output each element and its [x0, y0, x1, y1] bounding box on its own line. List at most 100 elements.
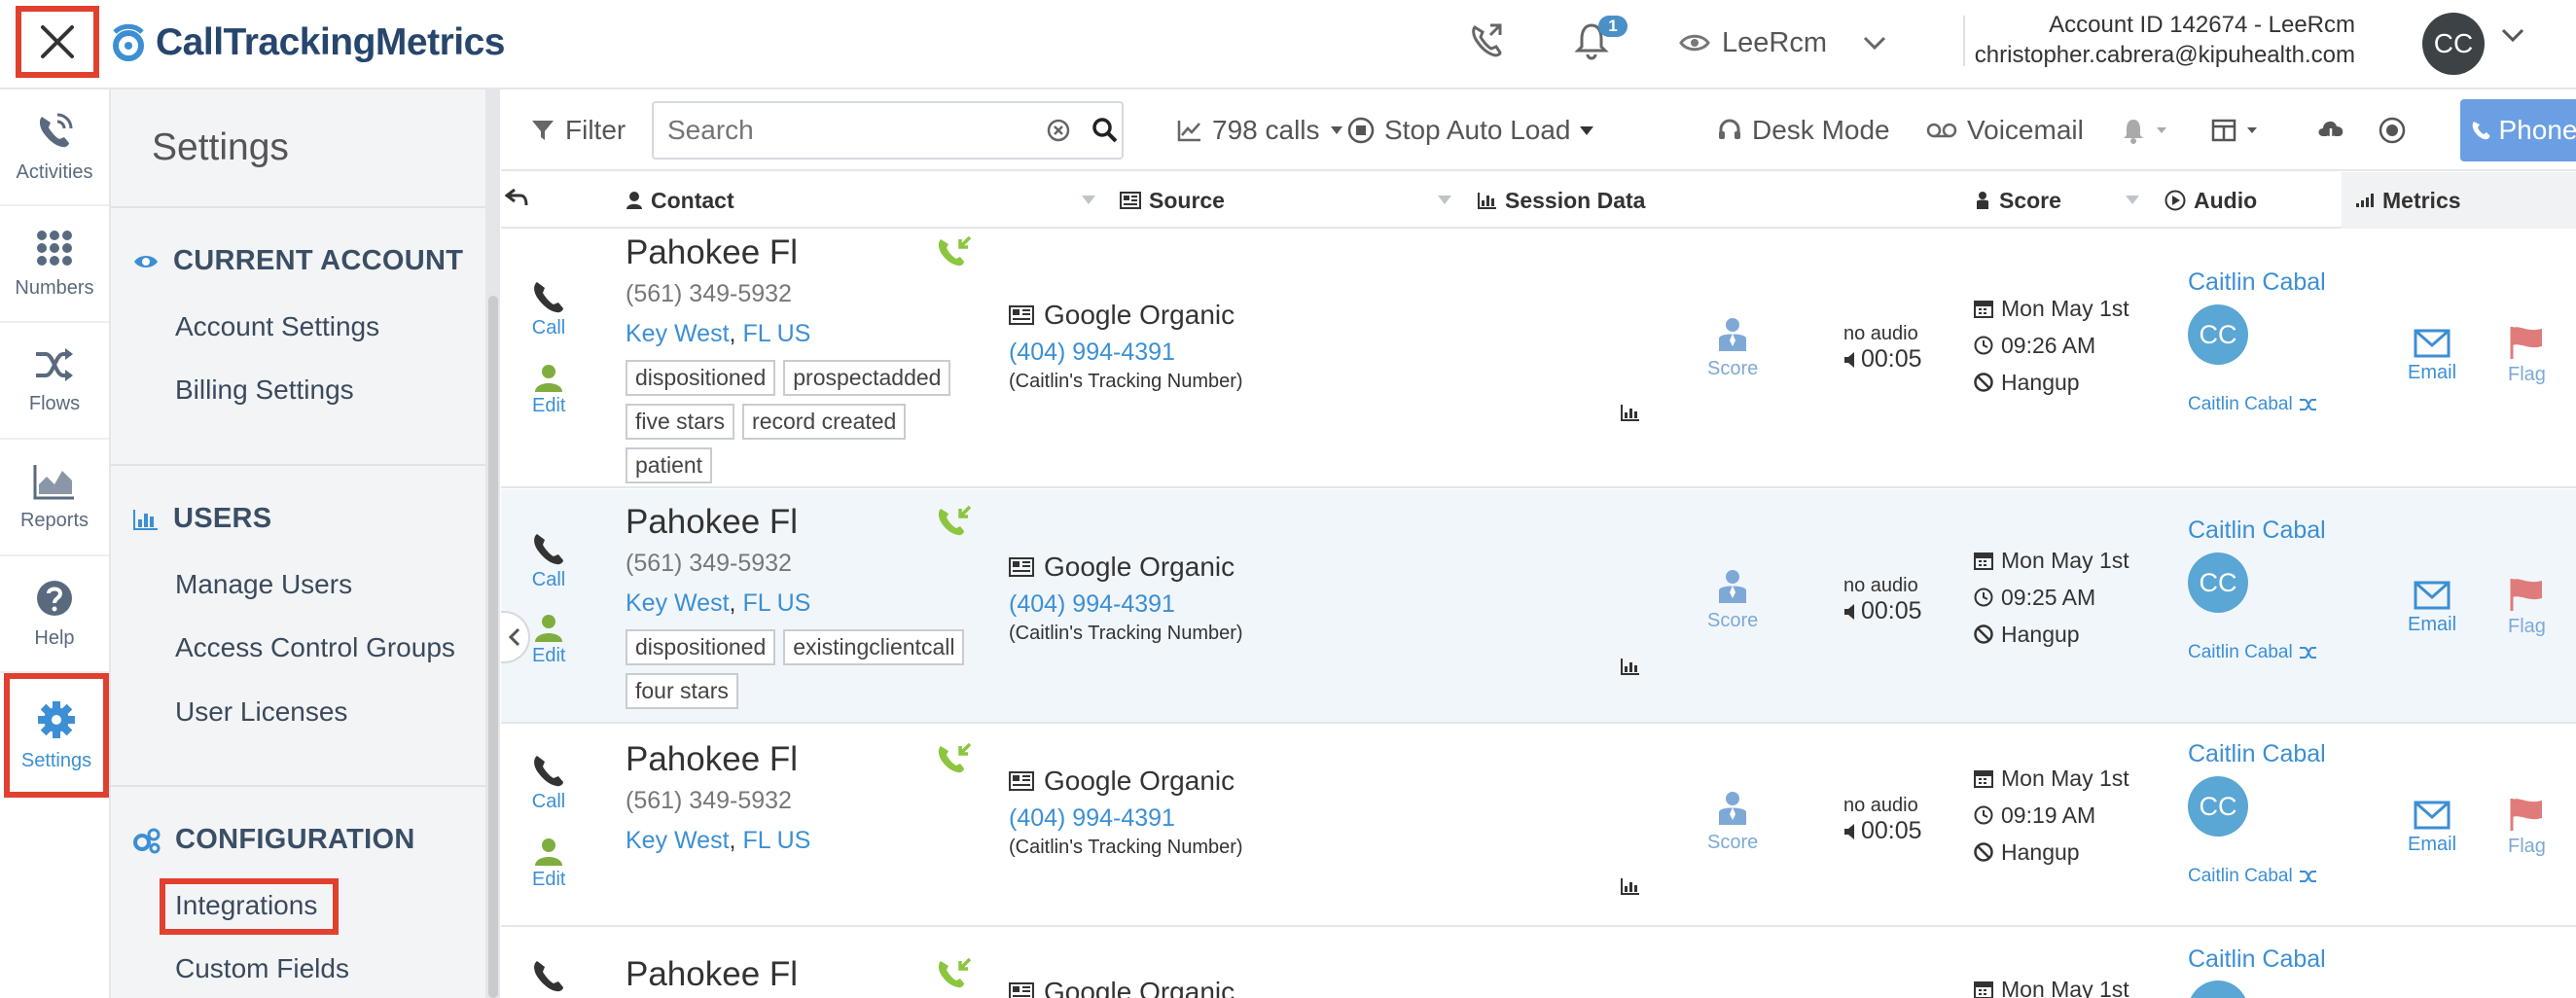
link-billing-settings[interactable]: Billing Settings: [175, 374, 354, 406]
agent-routing[interactable]: Caitlin Cabal: [2188, 394, 2326, 415]
column-contact[interactable]: Contact: [626, 172, 734, 229]
tag[interactable]: patient: [626, 447, 713, 483]
email-button[interactable]: Email: [2408, 329, 2456, 384]
search-icon[interactable]: [1091, 117, 1119, 144]
flag-button[interactable]: Flag: [2508, 577, 2546, 638]
score-button[interactable]: Score: [1707, 317, 1758, 380]
agent-name[interactable]: Caitlin Cabal: [2188, 268, 2326, 297]
tag[interactable]: existingclientcall: [783, 629, 965, 665]
column-session-data[interactable]: Session Data: [1478, 172, 1645, 229]
tag[interactable]: prospectadded: [783, 360, 951, 396]
nav-help[interactable]: Help: [0, 556, 109, 673]
tracking-number[interactable]: (404) 994-4391: [1009, 339, 1243, 367]
cloud-download-icon[interactable]: [2315, 117, 2346, 142]
user-menu-chevron-icon[interactable]: [2500, 27, 2525, 43]
auto-load-caret-icon[interactable]: [1579, 125, 1594, 136]
tracking-number[interactable]: (404) 994-4391: [1009, 804, 1243, 833]
score-button[interactable]: Score: [1707, 791, 1758, 854]
column-score[interactable]: Score: [1974, 172, 2061, 229]
email-button[interactable]: Email: [2408, 801, 2456, 856]
agent-avatar[interactable]: CC: [2188, 552, 2248, 613]
call-action[interactable]: Call: [530, 530, 567, 591]
tag[interactable]: four stars: [626, 673, 738, 709]
phone-button[interactable]: Phone: [2460, 99, 2576, 161]
contact-region[interactable]: FL US: [742, 589, 810, 617]
link-user-licenses[interactable]: User Licenses: [175, 696, 347, 728]
column-source[interactable]: Source: [1120, 172, 1225, 229]
agent-name[interactable]: Caitlin Cabal: [2188, 945, 2326, 974]
desk-mode-button[interactable]: Desk Mode: [1717, 89, 1890, 171]
agent-routing[interactable]: Caitlin Cabal: [2188, 642, 2326, 663]
contact-name[interactable]: Pahokee Fl: [626, 955, 798, 994]
column-score-sort-icon[interactable]: [2126, 196, 2139, 204]
agent-avatar[interactable]: [2188, 980, 2248, 998]
table-row[interactable]: Call Edit Pahokee Fl (561) 349-5932 Key …: [501, 489, 2576, 724]
nav-numbers[interactable]: Numbers: [0, 206, 109, 323]
call-transfer-icon[interactable]: [1467, 19, 1506, 62]
edit-action[interactable]: Edit: [532, 364, 565, 417]
search-input[interactable]: [667, 115, 1037, 146]
session-chart-icon[interactable]: [1620, 876, 1641, 896]
settings-scroll-thumb[interactable]: [488, 296, 498, 998]
agent-avatar[interactable]: CC: [2188, 304, 2248, 365]
edit-action[interactable]: Edit: [532, 614, 565, 667]
nav-reports[interactable]: Reports: [0, 440, 109, 556]
link-custom-fields[interactable]: Custom Fields: [175, 953, 349, 984]
contact-city[interactable]: Key West: [626, 827, 730, 854]
nav-flows[interactable]: Flows: [0, 323, 109, 440]
contact-name[interactable]: Pahokee Fl: [626, 740, 810, 779]
user-avatar[interactable]: CC: [2422, 13, 2485, 75]
nav-activities[interactable]: Activities: [0, 89, 109, 206]
link-access-control-groups[interactable]: Access Control Groups: [175, 632, 455, 663]
contact-region[interactable]: FL US: [742, 320, 810, 347]
close-button[interactable]: [16, 6, 99, 78]
tag[interactable]: record created: [742, 404, 907, 440]
agent-name[interactable]: Caitlin Cabal: [2188, 517, 2326, 545]
stop-auto-load-button[interactable]: Stop Auto Load: [1347, 89, 1571, 171]
tracking-number[interactable]: (404) 994-4391: [1009, 590, 1243, 619]
agent-name[interactable]: Caitlin Cabal: [2188, 740, 2326, 768]
app-logo[interactable]: CallTrackingMetrics: [109, 14, 505, 72]
tag[interactable]: dispositioned: [626, 629, 776, 665]
column-audio[interactable]: Audio: [2165, 172, 2257, 229]
column-metrics[interactable]: Metrics: [2355, 172, 2461, 229]
link-account-settings[interactable]: Account Settings: [175, 311, 379, 342]
table-row[interactable]: Pahokee Fl Google Organic Mon May 1st Ca…: [501, 928, 2576, 998]
contact-city[interactable]: Key West: [626, 589, 730, 617]
reply-arrow-icon[interactable]: [505, 186, 528, 209]
alert-settings-dropdown[interactable]: [2121, 89, 2167, 171]
link-integrations[interactable]: Integrations: [175, 890, 317, 921]
source-label: Google Organic: [1044, 552, 1235, 582]
calls-count-dropdown[interactable]: 798 calls: [1177, 89, 1343, 171]
source-label: Google Organic: [1044, 977, 1235, 998]
phone-icon[interactable]: [530, 957, 567, 994]
session-chart-icon[interactable]: [1620, 657, 1641, 676]
email-button[interactable]: Email: [2408, 581, 2456, 636]
call-action[interactable]: Call: [530, 278, 567, 339]
table-row[interactable]: Call Edit Pahokee Fl (561) 349-5932 Key …: [501, 230, 2576, 488]
record-stop-icon[interactable]: [2379, 117, 2406, 144]
column-source-sort-icon[interactable]: [1438, 196, 1451, 204]
flag-button[interactable]: Flag: [2508, 325, 2546, 386]
voicemail-button[interactable]: Voicemail: [1926, 89, 2084, 171]
clear-search-icon[interactable]: [1047, 119, 1070, 142]
table-row[interactable]: Call Edit Pahokee Fl (561) 349-5932 Key …: [501, 725, 2576, 927]
tag[interactable]: dispositioned: [626, 360, 776, 396]
nav-settings[interactable]: Settings: [4, 673, 109, 798]
flag-button[interactable]: Flag: [2508, 797, 2546, 858]
call-date: Mon May 1st: [1974, 290, 2129, 327]
columns-dropdown[interactable]: [2211, 89, 2258, 171]
call-action[interactable]: Call: [530, 752, 567, 813]
link-manage-users[interactable]: Manage Users: [175, 569, 352, 600]
score-button[interactable]: Score: [1707, 569, 1758, 632]
column-contact-sort-icon[interactable]: [1082, 196, 1095, 204]
session-chart-icon[interactable]: [1620, 403, 1641, 422]
account-switcher[interactable]: LeeRcm: [1679, 23, 1887, 62]
contact-region[interactable]: FL US: [742, 827, 810, 854]
edit-action[interactable]: Edit: [532, 838, 565, 891]
contact-city[interactable]: Key West: [626, 320, 730, 347]
agent-avatar[interactable]: CC: [2188, 776, 2248, 837]
tag[interactable]: five stars: [626, 404, 735, 440]
filter-button[interactable]: Filter: [530, 89, 626, 171]
agent-routing[interactable]: Caitlin Cabal: [2188, 866, 2326, 887]
